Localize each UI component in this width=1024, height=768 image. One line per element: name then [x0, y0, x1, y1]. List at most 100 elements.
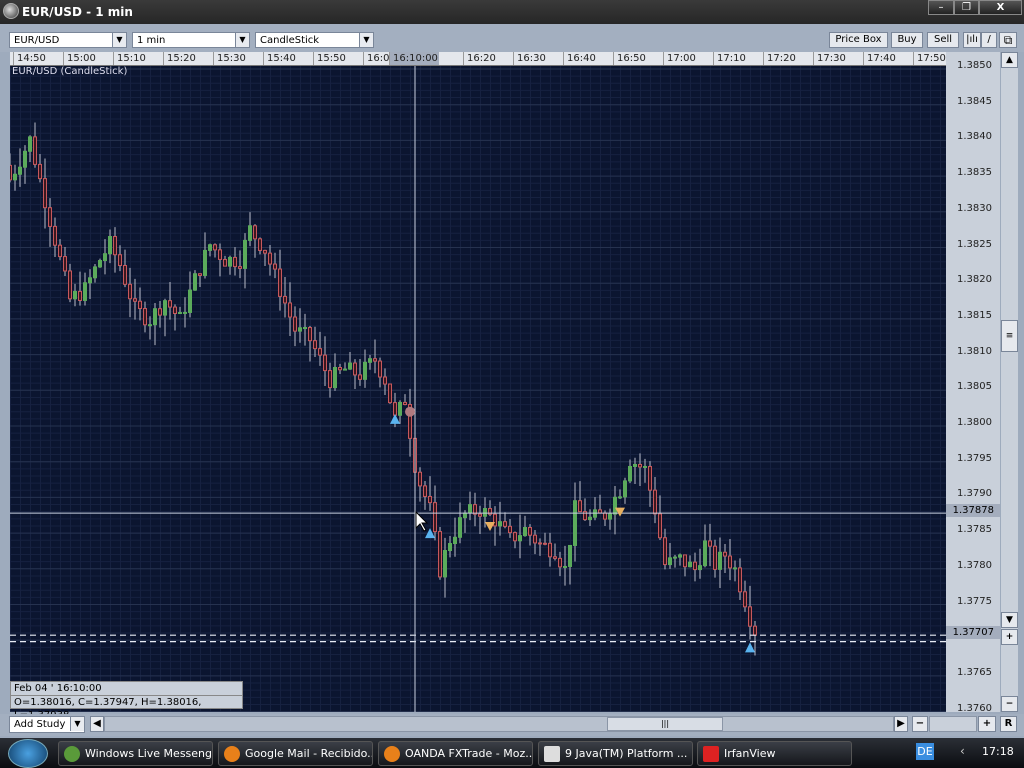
candle-down: [528, 526, 532, 536]
candle-down: [43, 178, 47, 209]
taskbar-item-oanda[interactable]: OANDA FXTrade - Moz...: [378, 741, 533, 766]
candle-up: [103, 253, 107, 262]
clock: 17:18: [982, 745, 1014, 758]
horizontal-scrollbar[interactable]: |||: [104, 716, 894, 732]
mouse-cursor-icon: [415, 510, 429, 532]
candle-up: [18, 166, 22, 175]
chart-type-select[interactable]: CandleStick ▼: [255, 32, 374, 48]
taskbar-item-java[interactable]: 9 Java(TM) Platform ...: [538, 741, 693, 766]
candle-down: [493, 513, 497, 527]
start-button[interactable]: [8, 739, 48, 768]
tray-expand-icon[interactable]: ‹: [960, 744, 965, 758]
price-tick-label: 1.3850: [957, 60, 992, 71]
window-title: EUR/USD - 1 min: [22, 5, 133, 19]
time-zoom-slider[interactable]: [929, 716, 977, 732]
vertical-scrollbar[interactable]: ▲ ≡ ▼ + −: [1001, 52, 1018, 712]
candle-down: [323, 354, 327, 372]
language-indicator[interactable]: DE: [916, 743, 934, 760]
scroll-down-button[interactable]: ▼: [1001, 612, 1018, 628]
candle-up: [523, 526, 527, 537]
time-tick-label: 14:50: [13, 52, 46, 65]
candle-down: [283, 295, 287, 304]
zoom-in-price-button[interactable]: +: [1001, 629, 1018, 645]
time-tick-label: 17:30: [813, 52, 846, 65]
candle-up: [613, 496, 617, 515]
add-study-select[interactable]: Add Study ▼: [9, 716, 85, 733]
candle-up: [348, 362, 352, 370]
chart-area[interactable]: EUR/USD (CandleStick): [10, 66, 946, 712]
candle-up: [98, 260, 102, 268]
buy-button[interactable]: Buy: [891, 32, 923, 48]
chevron-down-icon[interactable]: ▼: [359, 33, 373, 47]
app-logo-icon: [3, 3, 19, 19]
candle-up: [673, 556, 677, 559]
reset-button[interactable]: R: [1000, 716, 1017, 732]
candle-up: [298, 327, 302, 332]
candle-up: [243, 239, 247, 269]
crosshair-price-label: 1.37878: [946, 504, 1000, 518]
scroll-left-button[interactable]: ◀: [90, 716, 104, 732]
add-study-label: Add Study: [14, 719, 66, 730]
time-axis: 14:50 15:00 15:10 15:20 15:30 15:40 15:50 16:00…: [10, 52, 946, 66]
chevron-down-icon[interactable]: ▼: [112, 33, 126, 47]
price-box-button[interactable]: Price Box: [829, 32, 888, 48]
chevron-down-icon[interactable]: ▼: [70, 717, 84, 731]
candle-up: [733, 567, 737, 570]
price-tick-label: 1.3820: [957, 274, 992, 286]
minimize-button[interactable]: –: [928, 0, 954, 15]
candle-down: [538, 542, 542, 545]
bars-icon[interactable]: |ılı: [963, 32, 981, 48]
horizontal-scroll-thumb[interactable]: |||: [607, 717, 723, 731]
interval-select[interactable]: 1 min ▼: [132, 32, 250, 48]
zoom-out-price-button[interactable]: −: [1001, 696, 1018, 712]
time-zoom-out-button[interactable]: −: [912, 716, 928, 732]
candle-down: [128, 283, 132, 300]
candle-up: [668, 557, 672, 566]
restore-button[interactable]: ❐: [954, 0, 979, 15]
close-button[interactable]: X: [979, 0, 1022, 15]
current-price-label: 1.37707: [946, 626, 1000, 640]
candle-up: [28, 136, 32, 152]
taskbar-item-messenger[interactable]: Windows Live Messenger: [58, 741, 213, 766]
task-label: OANDA FXTrade - Moz...: [405, 747, 533, 760]
price-tick-label: 1.3785: [957, 524, 992, 536]
price-tick-label: 1.3775: [957, 595, 992, 607]
candle-down: [223, 258, 227, 267]
time-tick-label: 17:00: [663, 52, 696, 65]
candle-down: [603, 512, 607, 520]
candle-up: [483, 508, 487, 517]
taskbar-item-gmail[interactable]: Google Mail - Recibido...: [218, 741, 373, 766]
draw-line-icon[interactable]: /: [981, 32, 997, 48]
candle-down: [693, 561, 697, 571]
candle-down: [723, 551, 727, 557]
candle-up: [93, 266, 97, 279]
chevron-down-icon[interactable]: ▼: [235, 33, 249, 47]
time-zoom-in-button[interactable]: +: [978, 716, 996, 732]
candle-down: [748, 606, 752, 627]
candle-down: [358, 374, 362, 380]
candle-down: [663, 537, 667, 566]
candle-down: [258, 238, 262, 251]
scroll-right-button[interactable]: ▶: [894, 716, 908, 732]
candle-up: [83, 282, 87, 301]
time-tick-label: 15:20: [163, 52, 196, 65]
candle-down: [143, 308, 147, 326]
candle-down: [198, 273, 202, 276]
instrument-select[interactable]: EUR/USD ▼: [9, 32, 127, 48]
java-icon: [544, 746, 560, 762]
candle-up: [183, 311, 187, 314]
candle-down: [338, 367, 342, 371]
detach-window-icon[interactable]: ⧉: [999, 32, 1017, 48]
scroll-thumb[interactable]: ≡: [1001, 320, 1018, 352]
candle-down: [168, 300, 172, 308]
candle-up: [248, 225, 252, 241]
taskbar-item-irfanview[interactable]: IrfanView: [697, 741, 852, 766]
price-axis[interactable]: 1.3850 1.3845 1.3840 1.3835 1.3830 1.3825 1.38…: [946, 52, 1000, 712]
price-tick-label: 1.3835: [957, 167, 992, 179]
candle-up: [643, 465, 647, 468]
candle-up: [453, 536, 457, 545]
candle-up: [633, 463, 637, 467]
sell-button[interactable]: Sell: [927, 32, 959, 48]
scroll-up-button[interactable]: ▲: [1001, 52, 1018, 68]
candlestick-chart[interactable]: [10, 66, 946, 712]
